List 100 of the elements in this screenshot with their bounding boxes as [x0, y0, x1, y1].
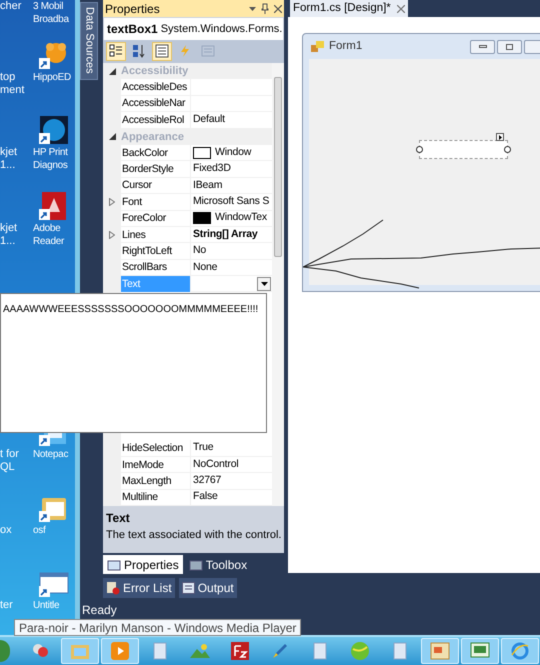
window-icon: [188, 558, 203, 570]
property-name[interactable]: HideSelection: [121, 440, 190, 456]
description-title: Text: [106, 510, 131, 528]
play-icon: [110, 641, 130, 661]
output-tab[interactable]: Output: [178, 578, 237, 598]
property-value[interactable]: Microsoft Sans S: [193, 194, 270, 210]
property-name[interactable]: Multiline: [121, 489, 190, 506]
document-tab[interactable]: Form1.cs [Design]*: [290, 0, 408, 17]
icon-label[interactable]: Reader: [33, 234, 64, 248]
collapse-icon[interactable]: [108, 68, 116, 75]
close-icon[interactable]: [274, 4, 282, 12]
property-pages-icon: [201, 44, 215, 58]
document-icon: [313, 642, 327, 660]
property-name[interactable]: ImeMode: [121, 456, 190, 473]
taskbar-button[interactable]: [101, 638, 139, 664]
collapse-icon[interactable]: [108, 133, 116, 140]
form-icon: [311, 40, 325, 52]
file-transfer-icon: [231, 642, 249, 660]
property-value[interactable]: None: [193, 260, 218, 276]
property-value[interactable]: False: [193, 489, 218, 506]
browser-icon: [510, 641, 530, 661]
panel-tab[interactable]: Properties: [103, 555, 183, 574]
property-name[interactable]: Cursor: [121, 177, 190, 194]
property-value[interactable]: Default: [193, 112, 225, 128]
text-value[interactable]: AAAAWWWEEESSSSSSSOOOOOOOMMMMMEEEE!!!!: [3, 304, 258, 315]
form-window[interactable]: Form1: [302, 33, 540, 292]
taskbar-button[interactable]: [421, 638, 459, 664]
code-window-icon: [470, 642, 490, 660]
window-icon: [107, 558, 121, 570]
property-name[interactable]: ForeColor: [121, 210, 190, 226]
icon-label[interactable]: Adobe: [33, 222, 60, 234]
property-value[interactable]: No: [193, 243, 206, 259]
category-label: Accessibility: [121, 64, 188, 79]
sort-icon: [132, 44, 146, 58]
toolbar-button[interactable]: [106, 42, 126, 61]
pin-icon[interactable]: [261, 3, 269, 14]
property-value[interactable]: NoControl: [193, 456, 238, 472]
caret-icon: [260, 282, 268, 286]
object-name: textBox1: [107, 20, 158, 38]
property-name[interactable]: Lines: [121, 226, 190, 243]
property-name[interactable]: Font: [121, 194, 190, 210]
scrollbar[interactable]: [272, 62, 284, 506]
maximize-button[interactable]: [497, 40, 522, 54]
icon-label[interactable]: Broadba: [33, 13, 69, 26]
icon-label[interactable]: Diagnos: [33, 159, 68, 172]
icon-label[interactable]: 3 Mobil: [33, 0, 64, 13]
property-name[interactable]: MaxLength: [121, 472, 190, 489]
globe-icon: [350, 641, 370, 661]
expand-icon[interactable]: [109, 198, 115, 206]
shortcut-icon[interactable]: [38, 114, 70, 146]
expand-icon[interactable]: [109, 230, 115, 239]
icon-label[interactable]: HP Print: [33, 146, 68, 159]
dropdown-icon[interactable]: [249, 6, 256, 10]
error-list-icon: [106, 581, 120, 595]
property-value[interactable]: IBeam: [193, 178, 222, 194]
property-value[interactable]: WindowTex: [215, 210, 267, 226]
dropdown-button[interactable]: [257, 276, 271, 291]
description-text: The text associated with the control.: [106, 528, 281, 544]
text-editor-popup[interactable]: AAAAWWWEEESSSSSSSOOOOOOOMMMMMEEEE!!!!: [0, 293, 267, 433]
property-name[interactable]: AccessibleDes: [121, 79, 190, 96]
lightning-icon: [178, 44, 192, 58]
property-name[interactable]: ScrollBars: [121, 259, 190, 276]
landscape-icon: [189, 643, 211, 659]
toolbar-button[interactable]: [152, 42, 172, 61]
data-sources-tab[interactable]: Data Sources: [80, 2, 98, 80]
caret-icon: [498, 134, 502, 140]
taskbar-button[interactable]: [461, 638, 499, 664]
property-name[interactable]: AccessibleRol: [121, 112, 190, 128]
property-name[interactable]: RightToLeft: [121, 242, 190, 259]
taskbar-button[interactable]: [501, 638, 539, 664]
property-name[interactable]: AccessibleNar: [121, 95, 190, 112]
document-icon: [393, 642, 407, 660]
close-icon[interactable]: [396, 4, 405, 12]
window-icon: [430, 642, 450, 660]
pen-icon: [271, 642, 289, 660]
document-icon: [153, 642, 167, 660]
property-name[interactable]: BackColor: [121, 144, 190, 161]
property-name[interactable]: BorderStyle: [121, 161, 190, 178]
minimize-button[interactable]: [470, 40, 495, 54]
folder-icon: [70, 642, 90, 660]
start-button[interactable]: [0, 640, 10, 662]
icon-label[interactable]: ment: [0, 84, 36, 96]
object-type: System.Windows.Forms.: [160, 22, 282, 36]
categorized-icon: [109, 44, 123, 58]
list-icon: [155, 44, 169, 58]
tooltip: Para-noir - Marilyn Manson - Windows Media Player: [14, 619, 302, 636]
form-title: Form1: [329, 38, 362, 54]
object-selector[interactable]: textBox1 System.Windows.Forms.: [104, 18, 283, 40]
output-window-icon: [182, 582, 195, 594]
property-value[interactable]: 32767: [193, 473, 222, 489]
property-value[interactable]: Fixed3D: [193, 161, 231, 177]
icon-label[interactable]: HippoED: [33, 70, 71, 84]
category-label: Appearance: [121, 130, 184, 144]
panel-tab[interactable]: Toolbox: [184, 555, 252, 574]
smart-tag-button[interactable]: [496, 133, 504, 141]
output-tab[interactable]: Error List: [103, 578, 175, 598]
property-value[interactable]: Window: [215, 144, 252, 161]
property-value[interactable]: True: [193, 440, 214, 456]
panel-title: Properties: [105, 0, 160, 18]
property-value[interactable]: String[] Array: [193, 226, 258, 242]
